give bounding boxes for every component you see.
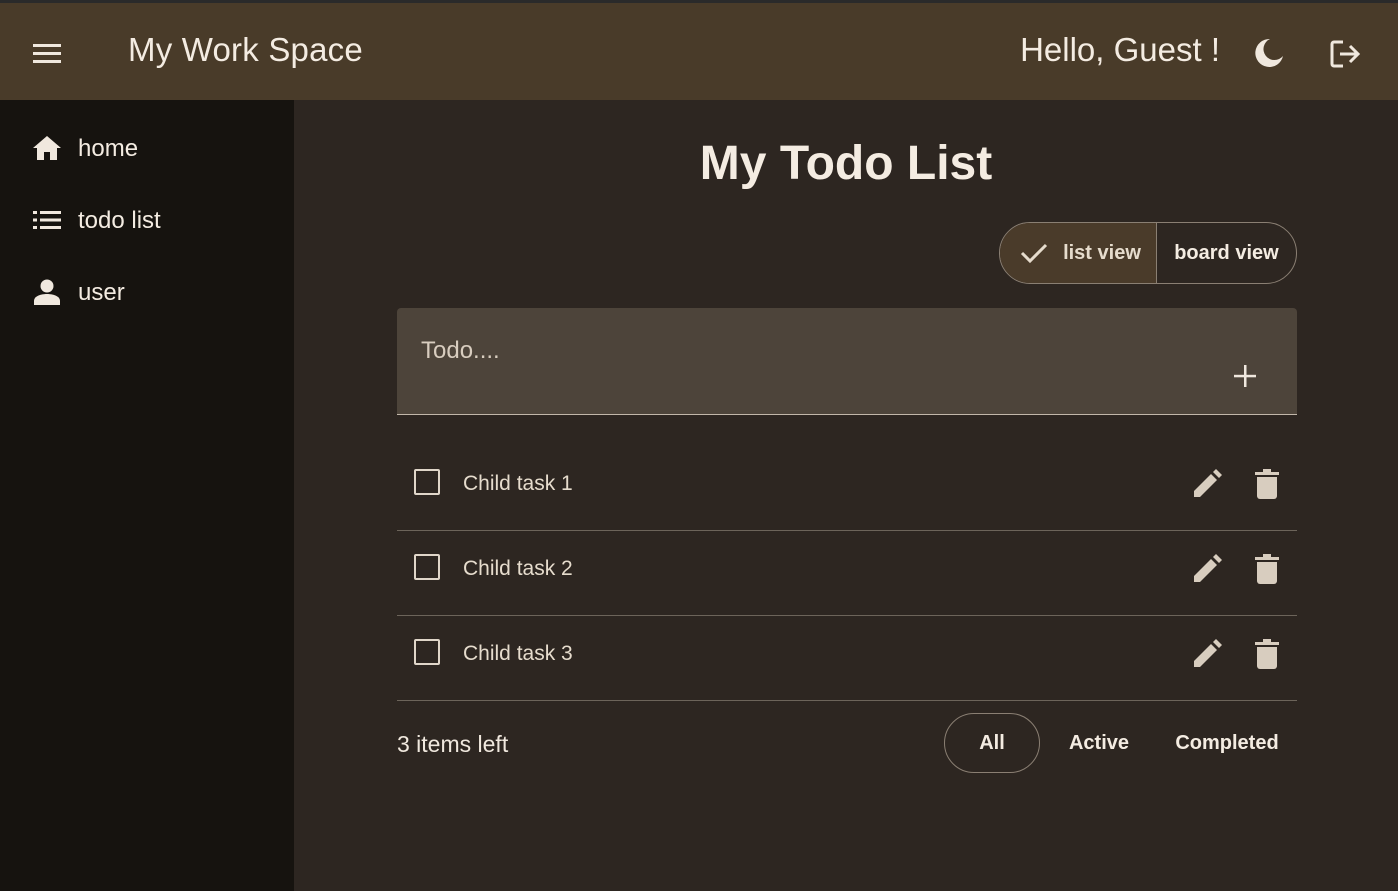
- sidebar-item-label: home: [78, 135, 139, 162]
- person-icon: [32, 278, 62, 306]
- task-text: Child task 1: [463, 472, 573, 495]
- view-toggle: list view board view: [999, 222, 1297, 284]
- task-item: Child task 1: [397, 446, 1297, 531]
- edit-task-button[interactable]: [1189, 466, 1225, 502]
- task-text: Child task 2: [463, 557, 573, 580]
- greeting-text: Hello, Guest !: [1020, 31, 1220, 68]
- sidebar: home todo list user: [0, 100, 294, 891]
- edit-task-button[interactable]: [1189, 551, 1225, 587]
- main-content: My Todo List list view board view Child …: [294, 100, 1398, 891]
- delete-task-button[interactable]: [1249, 551, 1285, 587]
- sidebar-item-label: todo list: [78, 207, 161, 234]
- task-checkbox[interactable]: [414, 554, 440, 580]
- list-view-button[interactable]: list view: [1000, 223, 1157, 283]
- trash-icon: [1255, 469, 1279, 499]
- task-item: Child task 2: [397, 531, 1297, 616]
- filter-all-button[interactable]: All: [944, 713, 1040, 773]
- board-view-button[interactable]: board view: [1157, 223, 1296, 283]
- todo-input[interactable]: [421, 332, 1181, 370]
- page-title: My Todo List: [699, 137, 993, 190]
- list-icon: [32, 206, 62, 234]
- delete-task-button[interactable]: [1249, 466, 1285, 502]
- todo-input-field: [397, 308, 1297, 415]
- pencil-icon: [1194, 554, 1222, 582]
- dark-mode-icon: [1255, 38, 1283, 67]
- menu-icon: [33, 44, 61, 63]
- task-checkbox[interactable]: [414, 469, 440, 495]
- plus-icon: [1234, 365, 1256, 387]
- board-view-label: board view: [1174, 241, 1279, 264]
- logout-icon: [1330, 40, 1361, 68]
- edit-task-button[interactable]: [1189, 636, 1225, 672]
- list-view-label: list view: [1063, 241, 1141, 264]
- sidebar-item-home[interactable]: home: [0, 120, 294, 176]
- dark-mode-toggle-button[interactable]: [1250, 34, 1288, 72]
- trash-icon: [1255, 639, 1279, 669]
- pencil-icon: [1194, 469, 1222, 497]
- sidebar-item-user[interactable]: user: [0, 264, 294, 320]
- add-todo-button[interactable]: [1225, 356, 1265, 396]
- app-title: My Work Space: [128, 31, 363, 68]
- logout-button[interactable]: [1326, 34, 1366, 74]
- task-checkbox[interactable]: [414, 639, 440, 665]
- filter-active-button[interactable]: Active: [1054, 713, 1144, 773]
- app-bar: My Work Space Hello, Guest !: [0, 3, 1398, 100]
- delete-task-button[interactable]: [1249, 636, 1285, 672]
- pencil-icon: [1194, 639, 1222, 667]
- home-icon: [32, 134, 62, 162]
- items-left-count: 3 items left: [397, 731, 509, 757]
- task-text: Child task 3: [463, 642, 573, 665]
- task-item: Child task 3: [397, 616, 1297, 701]
- sidebar-item-todo-list[interactable]: todo list: [0, 192, 294, 248]
- check-icon: [1019, 238, 1049, 268]
- sidebar-item-label: user: [78, 279, 125, 306]
- menu-button[interactable]: [30, 36, 66, 72]
- filter-completed-button[interactable]: Completed: [1164, 713, 1290, 773]
- trash-icon: [1255, 554, 1279, 584]
